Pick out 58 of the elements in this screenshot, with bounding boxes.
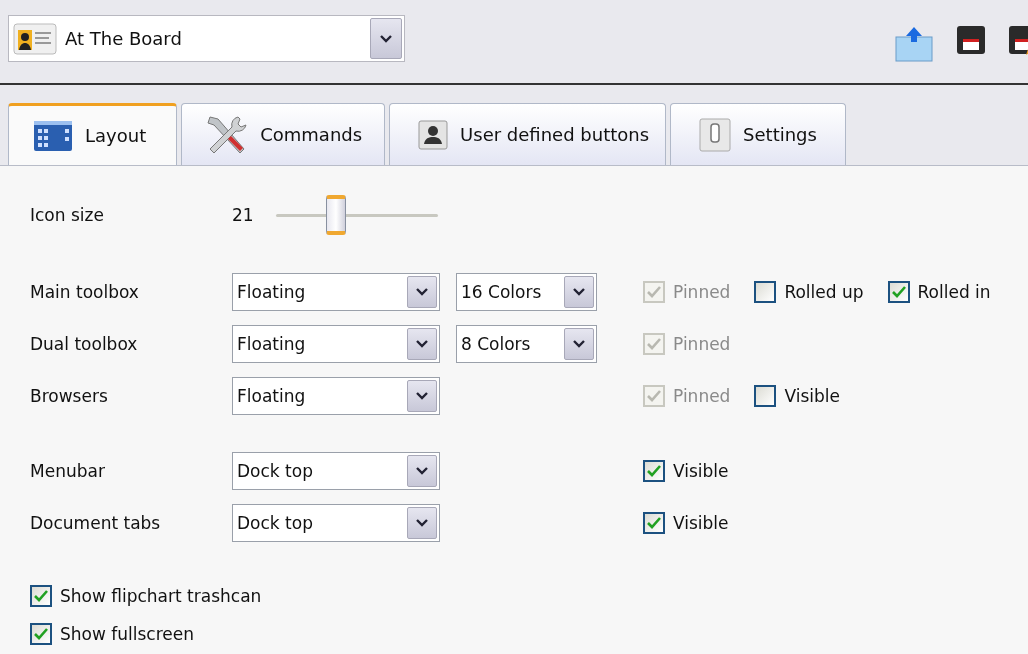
checkbox-label: Rolled in	[917, 282, 991, 302]
setting-label: Browsers	[30, 386, 109, 406]
checkmark-icon	[647, 465, 661, 477]
checkbox-label: Visible	[673, 461, 729, 481]
setting-label: Icon size	[30, 205, 105, 225]
checkbox[interactable]	[30, 585, 52, 607]
setting-label: Document tabs	[30, 513, 162, 533]
checkbox-label: Visible	[673, 513, 729, 533]
checkbox-label: Rolled up	[784, 282, 864, 302]
caret-icon	[416, 467, 428, 475]
profile-dropdown[interactable]: At The Board	[8, 15, 405, 62]
checkbox[interactable]	[754, 385, 777, 407]
colors-dropdown[interactable]: 16 Colors	[456, 273, 597, 311]
checkbox[interactable]	[30, 623, 52, 645]
save-icon[interactable]	[956, 25, 986, 55]
setting-label: Main toolbox	[30, 282, 140, 302]
tab[interactable]: Commands	[181, 103, 386, 165]
checkbox-label: Pinned	[673, 386, 731, 406]
checkbox-label: Show flipchart trashcan	[60, 586, 262, 606]
user-icon	[418, 119, 449, 150]
checkmark-icon	[647, 286, 661, 298]
checkmark-icon	[34, 628, 48, 640]
tab[interactable]: Settings	[670, 103, 846, 165]
caret-icon	[416, 519, 428, 527]
caret-icon	[416, 288, 428, 296]
caret-icon	[416, 392, 428, 400]
caret-icon	[573, 340, 585, 348]
colors-dropdown[interactable]: 8 Colors	[456, 325, 597, 363]
tab[interactable]: Layout	[8, 103, 178, 165]
setting-label: Menubar	[30, 461, 106, 481]
checkmark-icon	[34, 590, 48, 602]
checkmark-icon	[647, 517, 661, 529]
checkbox[interactable]	[754, 281, 777, 303]
upload-tray-icon[interactable]	[894, 25, 934, 63]
caret-icon	[573, 288, 585, 296]
setting-label: Dual toolbox	[30, 334, 139, 354]
mode-dropdown[interactable]: Floating	[232, 325, 440, 363]
slider-thumb[interactable]	[325, 194, 346, 235]
checkbox-label: Visible	[784, 386, 840, 406]
checkbox-label: Show fullscreen	[60, 624, 194, 644]
checkbox-label: Pinned	[673, 282, 731, 302]
checkbox[interactable]	[643, 512, 665, 534]
checkbox[interactable]	[643, 460, 665, 482]
checkmark-icon	[647, 338, 661, 350]
mode-dropdown[interactable]: Dock top	[232, 504, 440, 542]
mode-dropdown[interactable]: Dock top	[232, 452, 440, 490]
caret-icon	[380, 34, 392, 43]
mode-dropdown[interactable]: Floating	[232, 273, 440, 311]
checkmark-icon	[647, 390, 661, 402]
checkmark-icon	[891, 286, 906, 298]
layout-icon	[33, 118, 73, 153]
checkbox-label: Pinned	[673, 334, 731, 354]
mode-dropdown[interactable]: Floating	[232, 377, 440, 415]
switch-icon	[699, 117, 732, 152]
caret-icon	[416, 340, 428, 348]
checkbox[interactable]	[887, 281, 910, 303]
tab[interactable]: User defined buttons	[389, 103, 667, 165]
slider-value: 21	[232, 205, 254, 225]
